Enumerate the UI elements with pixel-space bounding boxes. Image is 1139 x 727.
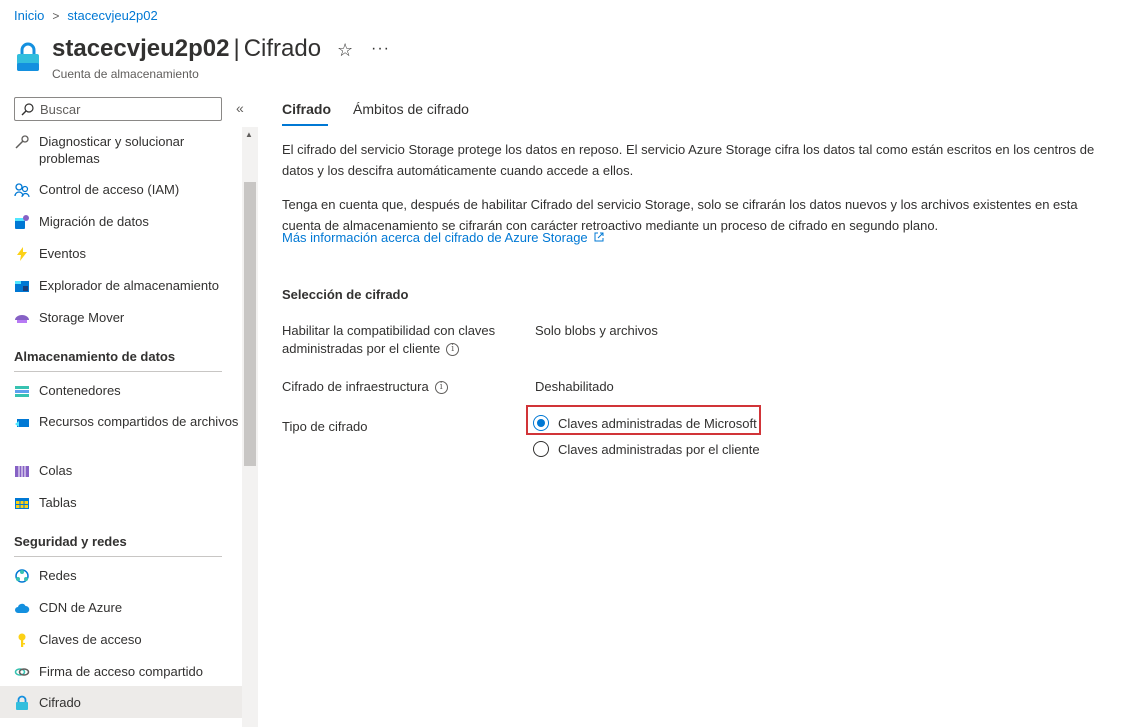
page-title: stacecvjeu2p02 | Cifrado: [52, 35, 321, 63]
page-subtitle: Cuenta de almacenamiento: [52, 67, 199, 81]
sidebar-item-label: Diagnosticar y solucionar problemas: [39, 134, 185, 166]
infrastructure-encryption-value: Deshabilitado: [535, 379, 614, 394]
sidebar-item-sas[interactable]: Firma de acceso compartido: [0, 663, 242, 680]
sidebar-item-storage-explorer[interactable]: Explorador de almacenamiento: [0, 277, 242, 294]
external-link-icon[interactable]: [594, 232, 604, 242]
scrollbar-thumb[interactable]: [244, 182, 256, 466]
infrastructure-encryption-label: Cifrado de infraestructura i: [282, 378, 448, 396]
key-icon: [18, 633, 26, 647]
sidebar-item-label: Recursos compartidos de archivos: [39, 414, 239, 429]
sidebar-item-label: Eventos: [39, 246, 86, 261]
link-icon: [14, 668, 30, 676]
sidebar-item-events[interactable]: Eventos: [0, 245, 242, 262]
breadcrumb: Inicio > stacecvjeu2p02: [14, 8, 158, 23]
radio-button-unselected[interactable]: [533, 441, 549, 457]
section-security-networking: Seguridad y redes: [14, 534, 222, 557]
breadcrumb-home-link[interactable]: Inicio: [14, 8, 44, 23]
search-box[interactable]: [14, 97, 222, 121]
sidebar: Diagnosticar y solucionar problemas Cont…: [0, 127, 242, 727]
sidebar-item-label: Tablas: [39, 495, 77, 510]
sidebar-item-label: Claves de acceso: [39, 632, 142, 647]
file-shares-icon: [15, 419, 29, 427]
learn-more-container: Más información acerca del cifrado de Az…: [282, 230, 604, 245]
sidebar-item-label: Redes: [39, 568, 77, 583]
lock-icon: [17, 42, 39, 71]
sidebar-item-storage-mover[interactable]: Storage Mover: [0, 309, 242, 326]
sidebar-item-encryption[interactable]: Cifrado: [0, 686, 242, 718]
sidebar-item-label: Cifrado: [39, 695, 81, 710]
infrastructure-encryption-label-text: Cifrado de infraestructura: [282, 379, 429, 394]
storage-explorer-icon: [15, 281, 29, 292]
sidebar-item-diagnose[interactable]: Diagnosticar y solucionar problemas: [0, 133, 242, 167]
sidebar-item-file-shares[interactable]: Recursos compartidos de archivos: [0, 413, 242, 430]
sidebar-item-iam[interactable]: Control de acceso (IAM): [0, 181, 242, 198]
page-name: Cifrado: [243, 35, 322, 62]
section-data-storage: Almacenamiento de datos: [14, 349, 222, 372]
cloud-icon: [15, 603, 30, 613]
sidebar-item-tables[interactable]: Tablas: [0, 494, 242, 511]
tab-encryption[interactable]: Cifrado: [282, 101, 331, 117]
cmk-support-value: Solo blobs y archivos: [535, 323, 658, 338]
lightning-icon: [17, 247, 27, 261]
chevron-right-icon: >: [52, 8, 60, 23]
radio-label-customer: Claves administradas por el cliente: [558, 441, 760, 457]
radio-customer-managed-keys[interactable]: Claves administradas por el cliente: [533, 441, 760, 457]
networking-icon: [15, 569, 29, 583]
favorite-star-icon[interactable]: ☆: [337, 40, 353, 61]
collapse-sidebar-icon[interactable]: «: [236, 100, 244, 116]
tables-icon: [15, 498, 29, 509]
title-separator: |: [233, 35, 240, 62]
resource-name: stacecvjeu2p02: [52, 35, 230, 62]
sidebar-item-label: Migración de datos: [39, 214, 149, 229]
scroll-up-icon[interactable]: ▲: [245, 130, 253, 139]
migration-icon: [15, 215, 29, 229]
sidebar-item-access-keys[interactable]: Claves de acceso: [0, 631, 242, 648]
sidebar-item-label: Control de acceso (IAM): [39, 182, 180, 197]
sidebar-item-containers[interactable]: Contenedores: [0, 382, 242, 399]
more-options-icon[interactable]: ···: [371, 40, 390, 58]
radio-button-selected[interactable]: [533, 415, 549, 431]
radio-microsoft-managed-keys[interactable]: Claves administradas de Microsoft: [533, 415, 757, 431]
encryption-type-label: Tipo de cifrado: [282, 419, 368, 434]
lock-icon: [16, 695, 28, 710]
encryption-selection-title: Selección de cifrado: [282, 287, 409, 302]
description-paragraph: El cifrado del servicio Storage protege …: [282, 142, 1095, 178]
cmk-support-label: Habilitar la compatibilidad con claves a…: [282, 322, 495, 358]
tab-encryption-scopes[interactable]: Ámbitos de cifrado: [353, 101, 469, 117]
sidebar-item-networking[interactable]: Redes: [0, 567, 242, 584]
sidebar-item-label: Firma de acceso compartido: [39, 664, 204, 679]
radio-label-microsoft: Claves administradas de Microsoft: [558, 415, 757, 431]
wrench-icon: [15, 135, 29, 149]
info-icon[interactable]: i: [434, 381, 448, 395]
info-icon[interactable]: i: [446, 343, 460, 357]
cmk-support-label-line2: administradas por el cliente: [282, 341, 441, 356]
sidebar-item-cdn[interactable]: CDN de Azure: [0, 599, 242, 616]
sidebar-item-label: Contenedores: [39, 383, 121, 398]
sidebar-item-label: Explorador de almacenamiento: [39, 278, 219, 293]
sidebar-item-label: Storage Mover: [39, 310, 125, 325]
active-tab-indicator: [282, 124, 328, 126]
breadcrumb-current-link[interactable]: stacecvjeu2p02: [67, 8, 157, 23]
search-input[interactable]: [38, 100, 212, 118]
sidebar-item-label: CDN de Azure: [39, 600, 123, 615]
sidebar-item-queues[interactable]: Colas: [0, 462, 242, 479]
cmk-support-label-line1: Habilitar la compatibilidad con claves: [282, 323, 496, 338]
sidebar-item-migration[interactable]: Migración de datos: [0, 213, 242, 230]
learn-more-link[interactable]: Más información acerca del cifrado de Az…: [282, 230, 588, 245]
sidebar-item-label: Colas: [39, 463, 73, 478]
people-icon: [14, 183, 30, 198]
search-icon: [21, 102, 34, 115]
storage-mover-icon: [15, 315, 29, 323]
containers-icon: [15, 386, 29, 397]
queues-icon: [15, 466, 29, 477]
